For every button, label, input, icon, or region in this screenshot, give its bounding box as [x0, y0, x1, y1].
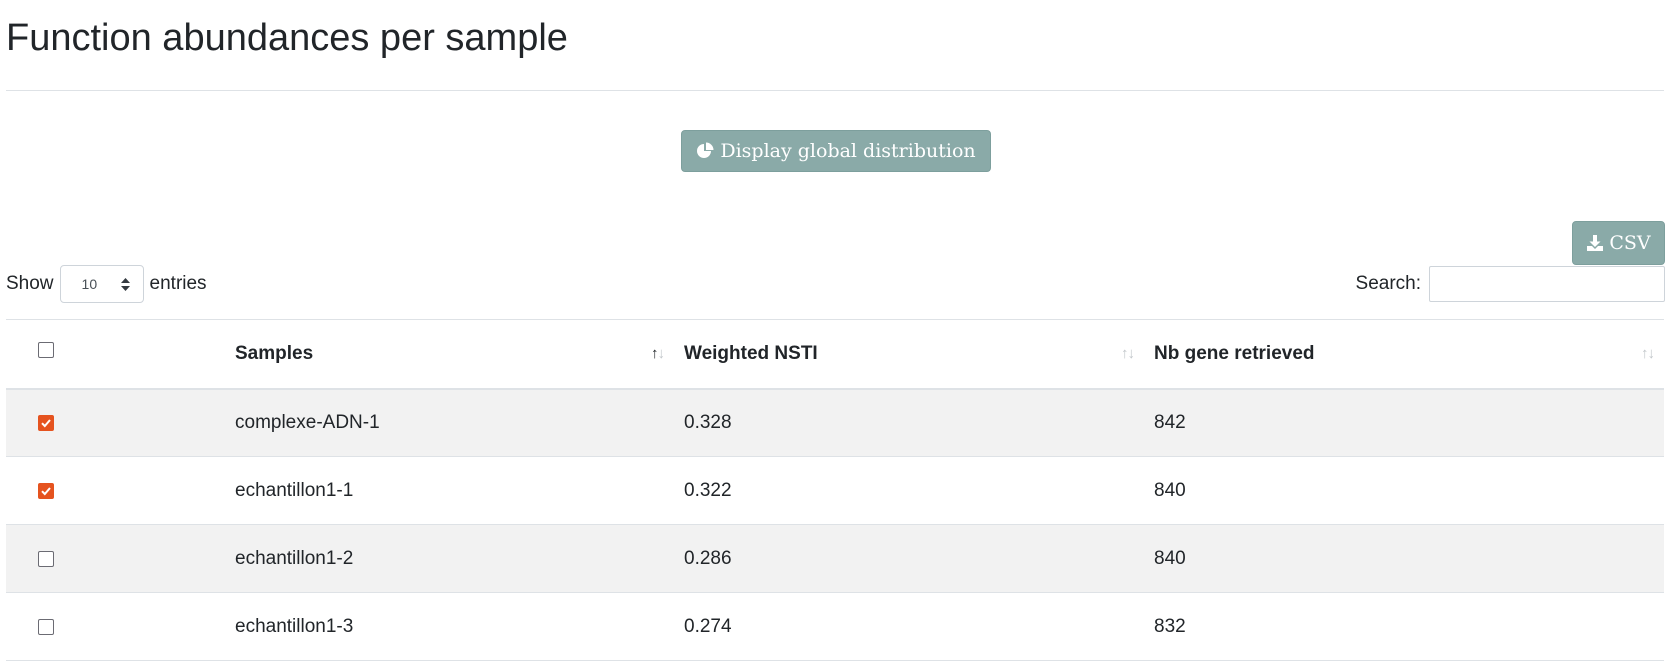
page-length-value: 10: [81, 276, 98, 292]
cell-sample: complexe-ADN-1: [235, 411, 380, 433]
download-icon: [1586, 234, 1604, 252]
column-header-samples[interactable]: Samples ↑↓: [225, 320, 674, 389]
column-header-weighted-nsti[interactable]: Weighted NSTI ↑↓: [674, 320, 1144, 389]
sort-icon: ↑↓: [1121, 345, 1135, 362]
samples-table: Samples ↑↓ Weighted NSTI ↑↓ Nb gene retr…: [6, 319, 1664, 661]
cell-nsti: 0.322: [684, 479, 732, 501]
page-length-control: Show 10 entries: [6, 265, 207, 303]
entries-label: entries: [149, 273, 207, 294]
row-checkbox[interactable]: [38, 550, 54, 567]
row-checkbox[interactable]: [38, 482, 54, 499]
title-divider: [6, 90, 1664, 91]
cell-sample: echantillon1-1: [235, 479, 354, 501]
page-length-select[interactable]: 10: [59, 265, 144, 303]
sort-icon: ↑↓: [1641, 345, 1655, 362]
cell-genes: 840: [1154, 547, 1186, 569]
column-header-label: Weighted NSTI: [684, 342, 818, 364]
row-checkbox[interactable]: [38, 414, 54, 431]
cell-nsti: 0.274: [684, 615, 732, 637]
cell-sample: echantillon1-3: [235, 615, 354, 637]
select-arrows-icon: [120, 277, 130, 291]
table-row[interactable]: echantillon1-2 0.286 840: [6, 524, 1664, 593]
cell-sample: echantillon1-2: [235, 547, 354, 569]
csv-export-button[interactable]: CSV: [1572, 221, 1665, 265]
display-global-distribution-label: Display global distribution: [720, 140, 976, 162]
checkmark-icon: [41, 419, 51, 428]
table-header-row: Samples ↑↓ Weighted NSTI ↑↓ Nb gene retr…: [6, 319, 1664, 389]
table-row[interactable]: complexe-ADN-1 0.328 842: [6, 388, 1664, 457]
search-control: Search:: [1356, 265, 1665, 303]
csv-label: CSV: [1609, 232, 1651, 254]
display-global-distribution-button[interactable]: Display global distribution: [681, 130, 991, 172]
cell-nsti: 0.328: [684, 411, 732, 433]
search-label: Search:: [1355, 273, 1421, 294]
checkmark-icon: [41, 486, 51, 495]
table-row[interactable]: echantillon1-3 0.274 832: [6, 592, 1664, 661]
column-header-nb-gene-retrieved[interactable]: Nb gene retrieved ↑↓: [1144, 320, 1664, 389]
select-all-header: [6, 320, 225, 389]
table-row[interactable]: echantillon1-1 0.322 840: [6, 456, 1664, 525]
page-title: Function abundances per sample: [6, 17, 568, 59]
cell-genes: 840: [1154, 479, 1186, 501]
select-all-checkbox[interactable]: [38, 341, 54, 358]
cell-nsti: 0.286: [684, 547, 732, 569]
sort-asc-icon: ↑↓: [651, 345, 665, 362]
row-checkbox[interactable]: [38, 618, 54, 635]
show-label: Show: [6, 273, 54, 294]
cell-genes: 832: [1154, 615, 1186, 637]
column-header-label: Samples: [235, 342, 314, 364]
search-input[interactable]: [1429, 266, 1665, 302]
pie-chart-icon: [696, 142, 714, 160]
cell-genes: 842: [1154, 411, 1186, 433]
column-header-label: Nb gene retrieved: [1154, 342, 1315, 364]
